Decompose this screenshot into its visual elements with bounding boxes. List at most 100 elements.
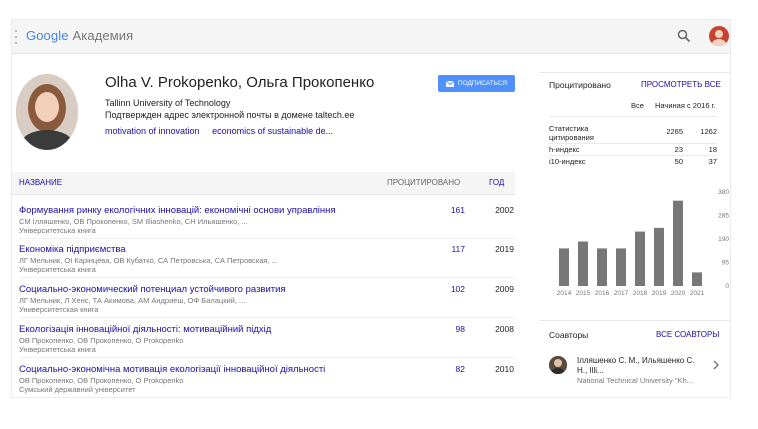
- sort-by-year[interactable]: ГОД: [489, 178, 504, 187]
- bar-2020[interactable]: [673, 200, 683, 286]
- stat-label[interactable]: Статистика цитирования: [549, 124, 609, 142]
- bar-2019[interactable]: [654, 227, 664, 286]
- publication-year: 2010: [495, 364, 514, 374]
- menu-icon[interactable]: [15, 30, 17, 44]
- bar-2016[interactable]: [597, 248, 607, 286]
- stat-label[interactable]: i10-индекс: [549, 157, 586, 166]
- row-divider: [19, 317, 515, 318]
- stat-all-value: 23: [674, 145, 683, 154]
- sort-by-title[interactable]: НАЗВАНИЕ: [19, 178, 62, 187]
- x-tick-label: 2019: [652, 290, 667, 297]
- cited-by-title: Процитировано: [549, 80, 611, 90]
- bar-2018[interactable]: [635, 231, 645, 286]
- stat-since-value: 1262: [700, 127, 717, 136]
- envelope-icon: [445, 80, 454, 87]
- citation-count[interactable]: 82: [427, 364, 465, 374]
- x-tick-label: 2021: [690, 290, 705, 297]
- y-tick-label: 285: [718, 213, 729, 220]
- panel-divider: [539, 72, 730, 73]
- profile-affiliation[interactable]: Tallinn University of Technology: [105, 98, 230, 108]
- y-tick-label: 380: [718, 189, 729, 196]
- profile-photo: [16, 74, 78, 150]
- row-divider: [19, 357, 515, 358]
- y-tick-label: 95: [722, 260, 730, 267]
- y-tick-label: 0: [725, 283, 729, 290]
- publication-year: 2008: [495, 324, 514, 334]
- publication-title[interactable]: Формування ринку екологічних інновацій: …: [19, 205, 336, 216]
- publication-title[interactable]: Социально-экономічна мотивація екологіза…: [19, 364, 325, 375]
- interest-link[interactable]: motivation of innovation: [105, 126, 200, 136]
- publication-year: 2002: [495, 205, 514, 215]
- publication-title[interactable]: Економіка підприємства: [19, 244, 126, 255]
- x-tick-label: 2016: [595, 290, 610, 297]
- publication-year: 2009: [495, 284, 514, 294]
- profile-name: Olha V. Prokopenko, Ольга Прокопенко: [105, 74, 375, 91]
- table-row: Формування ринку екологічних інновацій: …: [19, 205, 515, 241]
- search-icon[interactable]: [677, 29, 691, 43]
- bar-2014[interactable]: [559, 248, 569, 286]
- publication-venue: Університетська книга: [19, 345, 96, 354]
- table-row: Социально-экономічна мотивація екологіза…: [19, 364, 515, 397]
- logo-google: Google: [26, 28, 69, 43]
- table-row: Економіка підприємства ЛГ Мельник, ОІ Ка…: [19, 244, 515, 280]
- citation-count[interactable]: 117: [427, 244, 465, 254]
- stats-col-since: Начиная с 2016 г.: [655, 101, 716, 110]
- interest-link[interactable]: economics of sustainable de...: [212, 126, 333, 136]
- stat-all-value: 50: [674, 157, 683, 166]
- stat-all-value: 2265: [666, 127, 683, 136]
- x-tick-label: 2018: [633, 290, 648, 297]
- publication-title[interactable]: Екологізація інноваційної діяльності: мо…: [19, 324, 271, 335]
- logo-academy: Академия: [72, 28, 134, 43]
- x-tick-label: 2014: [557, 290, 572, 297]
- panel-divider: [539, 320, 730, 321]
- top-bar: Google Академия: [12, 20, 730, 54]
- citations-bar-chart: 2014 2015 2016 2017 2018 2019 2020 2021 380 285 19…: [557, 189, 730, 297]
- stat-since-value: 18: [708, 145, 717, 154]
- publication-authors: ОВ Прокопенко, ОВ Прокопенко, О Prokopen…: [19, 336, 184, 345]
- publication-venue: Університетська книга: [19, 265, 96, 274]
- citation-count[interactable]: 98: [427, 324, 465, 334]
- x-tick-label: 2015: [576, 290, 591, 297]
- coauthor-affiliation: National Technical University "Kh...: [577, 376, 693, 385]
- publication-authors: ОВ Прокопенко, ОВ Прокопенко, О Prokopen…: [19, 376, 184, 385]
- publication-venue: Університетська книга: [19, 226, 96, 235]
- google-scholar-logo[interactable]: Google Академия: [26, 28, 133, 43]
- y-tick-label: 190: [718, 236, 729, 243]
- coauthor-avatar[interactable]: [549, 356, 567, 374]
- citation-count[interactable]: 161: [427, 205, 465, 215]
- row-divider: [19, 238, 515, 239]
- stats-col-all: Все: [631, 101, 644, 110]
- research-interests: motivation of innovation economics of su…: [105, 126, 343, 136]
- account-avatar[interactable]: [709, 26, 729, 46]
- publication-year: 2019: [495, 244, 514, 254]
- table-row: Социально-экономический потенциал устойч…: [19, 284, 515, 320]
- stat-label[interactable]: h-индекс: [549, 145, 580, 154]
- subscribe-button[interactable]: ПОДПИСАТЬСЯ: [438, 75, 515, 92]
- publication-title[interactable]: Социально-экономический потенциал устойч…: [19, 284, 286, 295]
- bar-2017[interactable]: [616, 248, 626, 286]
- x-tick-label: 2017: [614, 290, 629, 297]
- row-divider: [19, 277, 515, 278]
- stat-since-value: 37: [708, 157, 717, 166]
- verified-email: Подтвержден адрес электронной почты в до…: [105, 110, 355, 120]
- publication-venue: Университетская книга: [19, 305, 99, 314]
- scholar-window: Google Академия Olha V. Prokopenko, Ольга…: [12, 20, 730, 397]
- publication-venue: Сумський державний університет: [19, 385, 136, 394]
- view-all-citations-link[interactable]: ПРОСМОТРЕТЬ ВСЕ: [641, 80, 721, 89]
- bar-2015[interactable]: [578, 241, 588, 286]
- stats-divider: [549, 116, 717, 117]
- coauthor-name[interactable]: Ілляшенко С. М., Ильяшенко С. Н., Illi..…: [577, 356, 699, 376]
- stats-divider: [549, 155, 717, 156]
- publication-authors: ЛГ Мельник, Л Хенс, ТА Акимова, АМ Андри…: [19, 296, 246, 305]
- chevron-right-icon[interactable]: [712, 360, 720, 370]
- view-all-coauthors-link[interactable]: ВСЕ СОАВТОРЫ: [656, 330, 719, 339]
- cited-by-header[interactable]: ПРОЦИТИРОВАНО: [387, 178, 460, 187]
- subscribe-label: ПОДПИСАТЬСЯ: [457, 80, 508, 87]
- x-tick-label: 2020: [671, 290, 686, 297]
- coauthors-title: Соавторы: [549, 330, 589, 340]
- table-row: Екологізація інноваційної діяльності: мо…: [19, 324, 515, 360]
- bar-2021[interactable]: [692, 272, 702, 286]
- citation-count[interactable]: 102: [427, 284, 465, 294]
- stats-divider: [549, 143, 717, 144]
- publication-authors: СМ Ілляшенко, ОВ Прокопенко, SM Illiashe…: [19, 217, 248, 226]
